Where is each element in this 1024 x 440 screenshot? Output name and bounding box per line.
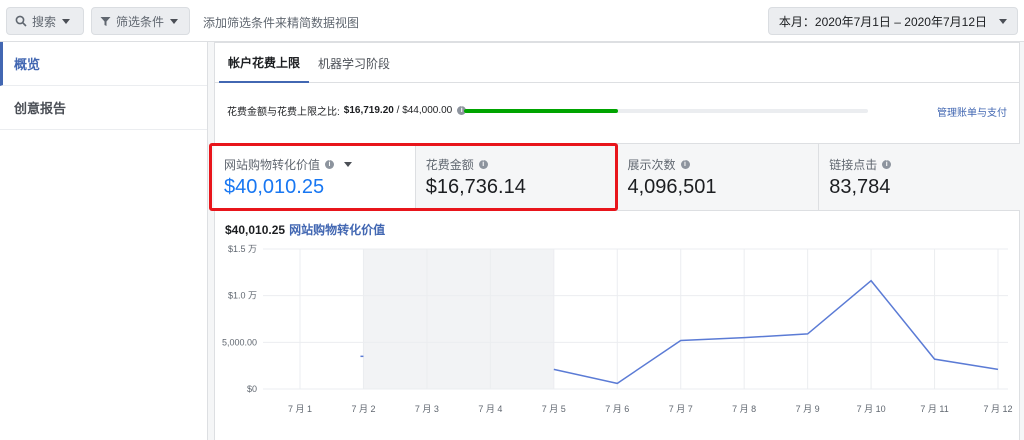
sidebar-item-label: 创意报告: [14, 101, 67, 116]
spend-progress-fill: [464, 109, 618, 113]
x-tick-label: 7 月 6: [605, 404, 629, 414]
filter-button[interactable]: 筛选条件: [91, 7, 190, 35]
x-tick-label: 7 月 8: [732, 404, 756, 414]
tab-learning-phase[interactable]: 机器学习阶段: [309, 43, 399, 83]
shaded-region: [363, 249, 554, 389]
x-tick-label: 7 月 10: [857, 404, 886, 414]
sidebar: 概览 创意报告: [0, 42, 208, 440]
chevron-down-icon: [999, 18, 1007, 24]
search-label: 搜索: [32, 14, 57, 29]
date-range-picker[interactable]: 本月：2020年7月1日 – 2020年7月12日: [767, 7, 1018, 35]
spend-limit-amount: $44,000.00: [402, 104, 453, 116]
spend-progress-bar: [464, 109, 868, 113]
metric-link-clicks[interactable]: 链接点击 i 83,784: [819, 144, 1020, 210]
y-tick-label: 5,000.00: [222, 337, 257, 347]
chevron-down-icon[interactable]: [344, 162, 353, 167]
chart-series-name[interactable]: 网站购物转化价值: [289, 223, 385, 237]
filter-bar: 搜索 筛选条件 添加筛选条件来精简数据视图 本月：2020年7月1日 – 202…: [0, 0, 1024, 42]
info-icon[interactable]: i: [325, 160, 335, 169]
line-chart: $0 5,000.00 $1.0 万 $1.5 万 7 月 1 7 月 2 7 月 3 7 月…: [222, 244, 1013, 414]
x-tick-label: 7 月 5: [542, 404, 566, 414]
info-icon[interactable]: i: [478, 160, 488, 169]
sidebar-item-creative-report[interactable]: 创意报告: [0, 86, 207, 130]
x-tick-label: 7 月 7: [669, 404, 693, 414]
sidebar-item-overview[interactable]: 概览: [0, 42, 207, 86]
metric-label: 链接点击: [829, 158, 878, 172]
chart-title: $40,010.25 网站购物转化价值: [225, 221, 385, 238]
info-icon[interactable]: i: [882, 160, 892, 169]
metric-value: 4,096,501: [627, 176, 717, 198]
spend-label: 花费金额与花费上限之比:: [227, 106, 340, 118]
metric-purchase-value[interactable]: 网站购物转化价值 i $40,010.25: [214, 144, 416, 210]
tab-label: 帐户花费上限: [228, 55, 301, 70]
x-tick-label: 7 月 12: [983, 404, 1012, 414]
x-tick-label: 7 月 1: [288, 404, 312, 414]
x-tick-label: 7 月 4: [478, 404, 502, 414]
metric-label: 展示次数: [627, 158, 676, 172]
metric-impressions[interactable]: 展示次数 i 4,096,501: [617, 144, 820, 210]
date-range-label: 本月：2020年7月1日 – 2020年7月12日: [778, 14, 987, 29]
chart-total-value: $40,010.25: [225, 223, 286, 237]
metric-label: 网站购物转化价值: [224, 158, 321, 172]
x-tick-label: 7 月 9: [796, 404, 820, 414]
main-panel: 帐户花费上限 机器学习阶段 花费金额与花费上限之比: $16,719.20 / …: [214, 42, 1020, 440]
info-icon[interactable]: i: [680, 160, 690, 169]
spend-limit-row: 花费金额与花费上限之比: $16,719.20 / $44,000.00 i 管…: [215, 83, 1019, 137]
chevron-down-icon: [170, 18, 179, 24]
search-icon: [15, 15, 27, 27]
y-tick-label: $0: [247, 384, 257, 394]
tab-bar: 帐户花费上限 机器学习阶段: [215, 43, 1019, 83]
metric-value: $40,010.25: [224, 176, 325, 198]
spend-separator: /: [393, 104, 403, 116]
sidebar-item-label: 概览: [14, 57, 41, 72]
x-tick-label: 7 月 3: [415, 404, 439, 414]
y-tick-label: $1.0 万: [228, 291, 257, 301]
filter-hint: 添加筛选条件来精简数据视图: [203, 16, 360, 30]
tab-account-spend-limit[interactable]: 帐户花费上限: [219, 43, 310, 83]
spend-amount: $16,719.20: [343, 104, 394, 116]
chevron-down-icon: [62, 18, 71, 24]
x-tick-label: 7 月 11: [920, 404, 948, 414]
search-button[interactable]: 搜索: [6, 7, 84, 35]
metric-value: $16,736.14: [425, 176, 526, 198]
manage-billing-link[interactable]: 管理账单与支付: [937, 104, 1007, 119]
metrics-row: 网站购物转化价值 i $40,010.25 花费金额 i $16,736.14 展示…: [214, 143, 1020, 211]
metric-label: 花费金额: [425, 158, 474, 172]
filter-icon: [100, 16, 111, 26]
y-tick-label: $1.5 万: [228, 244, 257, 254]
x-tick-label: 7 月 2: [351, 404, 375, 414]
metric-amount-spent[interactable]: 花费金额 i $16,736.14: [415, 144, 618, 210]
metric-value: 83,784: [829, 176, 891, 198]
tab-label: 机器学习阶段: [318, 56, 391, 71]
filter-label: 筛选条件: [116, 14, 165, 29]
